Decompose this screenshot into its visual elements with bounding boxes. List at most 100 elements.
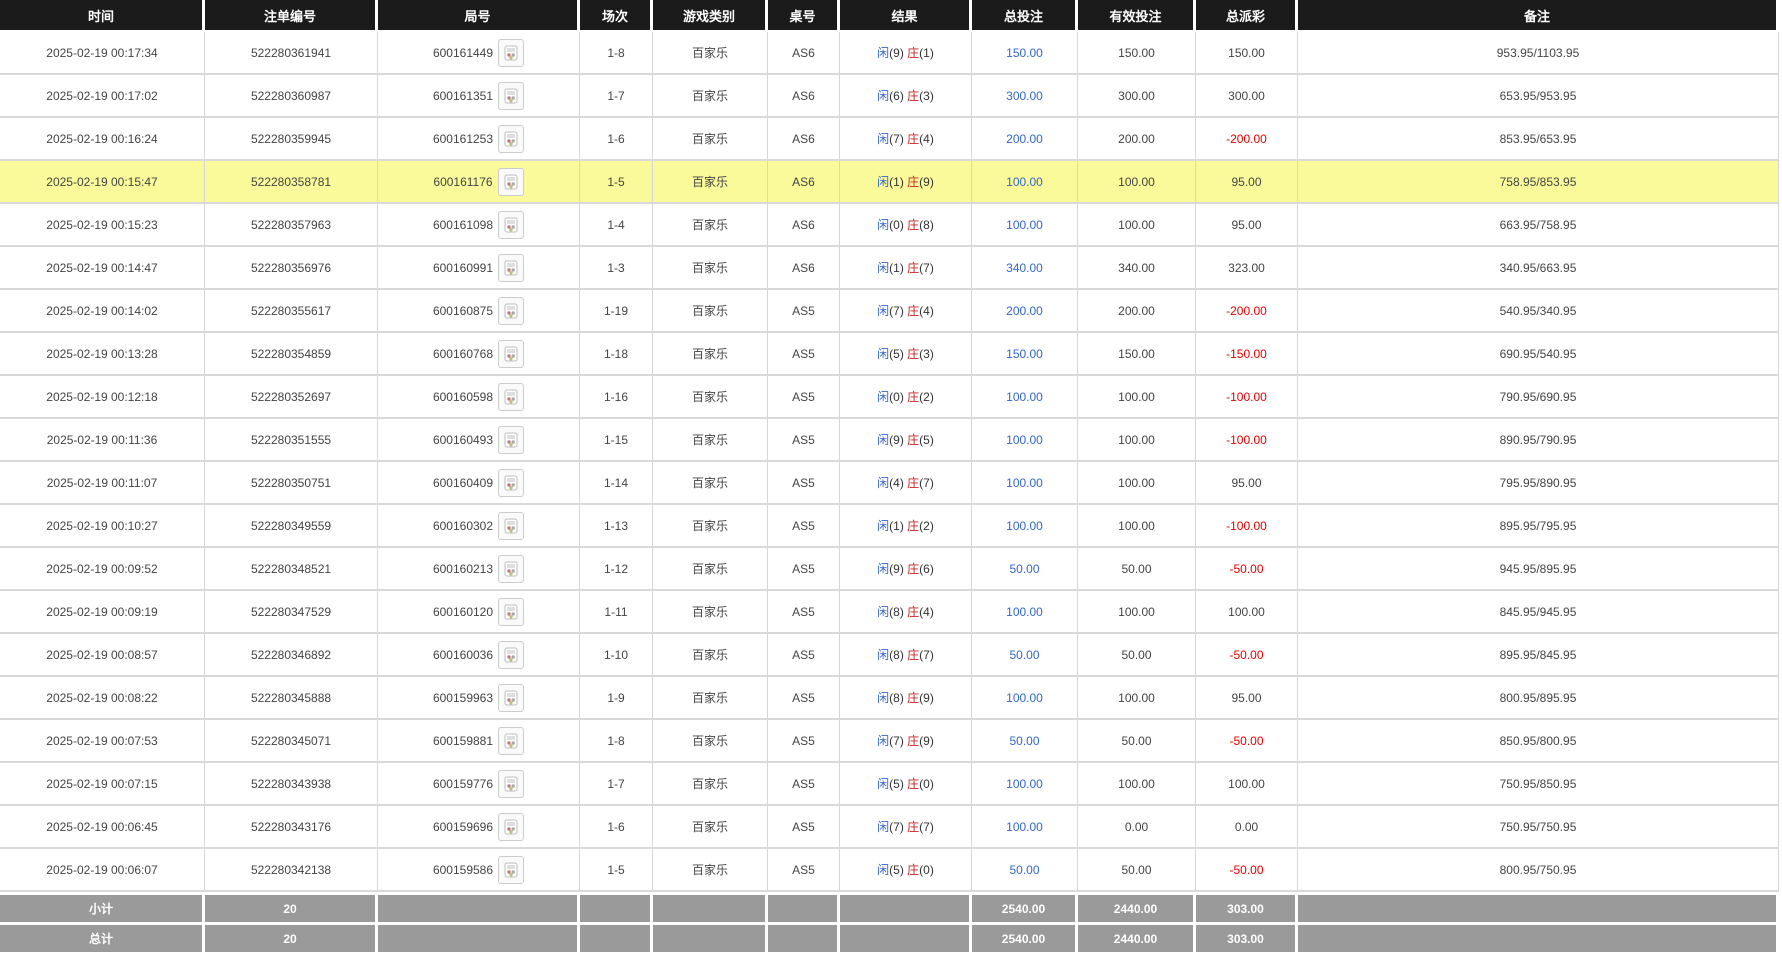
round-number: 600159776 [432,776,494,791]
cell-game-type: 百家乐 [653,505,768,548]
cell-time: 2025-02-19 00:14:47 [0,247,205,290]
total-bet-value: 100.00 [1006,776,1043,791]
result-player-label: 闲 [877,433,890,447]
round-replay-icon [504,647,518,662]
total-bet-value: 100.00 [1006,518,1043,533]
cell-result: 闲(6) 庄(3) [840,75,972,118]
footer-count: 20 [205,892,378,922]
cell-table-no: AS5 [768,720,840,763]
round-replay-button[interactable] [498,769,525,798]
cell-bet-id: 522280343176 [205,806,378,849]
footer-total-bet: 2540.00 [972,892,1078,922]
round-replay-button[interactable] [498,726,525,755]
table-row: 2025-02-19 00:17:02 522280360987 600161351… [0,75,1779,118]
cell-table-no: AS6 [768,247,840,290]
cell-round: 600160598 [378,376,580,419]
result-player-label: 闲 [877,304,890,318]
cell-total-bet: 100.00 [972,677,1078,720]
round-replay-button[interactable] [498,253,525,282]
cell-time: 2025-02-19 00:09:52 [0,548,205,591]
round-replay-button[interactable] [498,210,525,239]
round-number: 600160493 [432,432,494,447]
round-replay-button[interactable] [498,597,525,626]
result-banker-label: 庄 [907,734,920,748]
cell-result: 闲(4) 庄(7) [840,462,972,505]
cell-session: 1-6 [580,806,653,849]
table-footer: 小计 20 2540.00 2440.00 303.00 总计 20 2540.00 2440.… [0,892,1779,952]
round-number-wrap: 600159776 [432,769,525,798]
result-banker-value: (8) [919,218,934,232]
round-replay-button[interactable] [498,339,525,368]
round-replay-button[interactable] [498,124,525,153]
cell-payout: 100.00 [1196,591,1298,634]
cell-remark: 653.95/953.95 [1298,75,1779,118]
round-number: 600159696 [432,819,494,834]
round-number-wrap: 600160493 [432,425,525,454]
round-replay-button[interactable] [498,81,525,110]
result-banker-label: 庄 [907,89,920,103]
cell-time: 2025-02-19 00:13:28 [0,333,205,376]
footer-valid-bet: 2440.00 [1078,922,1196,952]
cell-payout: 323.00 [1196,247,1298,290]
round-replay-button[interactable] [498,511,525,540]
result-player-value: (7) [889,304,908,318]
round-number-wrap: 600160302 [432,511,525,540]
cell-table-no: AS5 [768,419,840,462]
round-replay-button[interactable] [498,683,525,712]
table-row: 2025-02-19 00:06:07 522280342138 600159586… [0,849,1779,892]
cell-round: 600160991 [378,247,580,290]
cell-session: 1-6 [580,118,653,161]
cell-time: 2025-02-19 00:11:36 [0,419,205,462]
cell-game-type: 百家乐 [653,462,768,505]
cell-total-bet: 50.00 [972,548,1078,591]
cell-total-bet: 150.00 [972,333,1078,376]
subtotal-row: 小计 20 2540.00 2440.00 303.00 [0,892,1779,922]
cell-game-type: 百家乐 [653,720,768,763]
column-header-time: 时间 [0,0,205,32]
round-replay-button[interactable] [498,296,525,325]
cell-session: 1-10 [580,634,653,677]
result-banker-value: (4) [919,605,934,619]
cell-game-type: 百家乐 [653,333,768,376]
round-replay-button[interactable] [498,812,525,841]
cell-time: 2025-02-19 00:14:02 [0,290,205,333]
round-replay-button[interactable] [498,38,525,67]
result-banker-label: 庄 [907,820,920,834]
result-banker-label: 庄 [907,132,920,146]
cell-game-type: 百家乐 [653,376,768,419]
round-number-wrap: 600159696 [432,812,525,841]
round-replay-button[interactable] [498,640,525,669]
result-player-value: (4) [889,476,908,490]
round-number-wrap: 600160768 [433,339,525,368]
cell-game-type: 百家乐 [653,419,768,462]
round-replay-button[interactable] [498,855,525,884]
round-number-wrap: 600159963 [433,683,525,712]
result-player-label: 闲 [877,863,890,877]
result-banker-value: (0) [919,777,934,791]
round-replay-button[interactable] [498,468,525,497]
cell-round: 600159881 [378,720,580,763]
round-replay-icon [504,518,518,533]
cell-game-type: 百家乐 [653,634,768,677]
cell-time: 2025-02-19 00:07:53 [0,720,205,763]
round-replay-button[interactable] [497,167,524,196]
round-number-wrap: 600161176 [433,167,524,196]
table-row: 2025-02-19 00:13:28 522280354859 600160768… [0,333,1779,376]
total-bet-value: 100.00 [1006,389,1043,404]
round-replay-button[interactable] [498,425,525,454]
result-player-value: (9) [889,562,908,576]
round-replay-icon [504,389,518,404]
round-replay-button[interactable] [498,382,525,411]
round-number: 600160302 [432,518,494,533]
cell-valid-bet: 100.00 [1078,376,1196,419]
cell-payout: 150.00 [1196,32,1298,75]
table-row: 2025-02-19 00:07:15 522280343938 600159776… [0,763,1779,806]
cell-table-no: AS6 [768,75,840,118]
result-banker-value: (6) [919,562,934,576]
cell-session: 1-5 [580,849,653,892]
cell-total-bet: 100.00 [972,763,1078,806]
cell-time: 2025-02-19 00:08:57 [0,634,205,677]
round-replay-button[interactable] [498,554,525,583]
cell-game-type: 百家乐 [653,290,768,333]
cell-valid-bet: 50.00 [1078,548,1196,591]
